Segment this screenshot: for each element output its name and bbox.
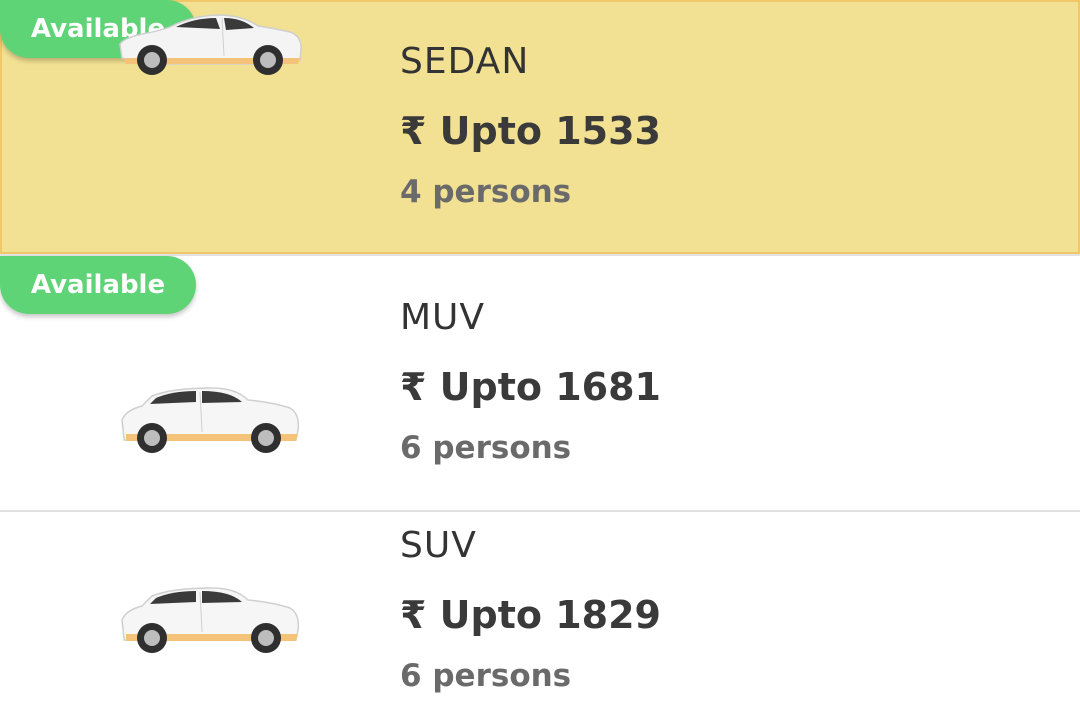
vehicle-info-suv: SUV ₹ Upto 1829 6 persons — [400, 524, 661, 696]
vehicle-capacity: 4 persons — [400, 174, 572, 210]
vehicle-capacity: 6 persons — [400, 658, 572, 694]
sedan-car-icon — [119, 14, 302, 75]
muv-car-icon — [121, 387, 300, 453]
vehicle-info-sedan: SEDAN ₹ Upto 1533 4 persons — [400, 40, 661, 212]
vehicle-name: SUV — [400, 525, 477, 566]
vehicle-name: SEDAN — [400, 41, 530, 82]
vehicle-info-muv: MUV ₹ Upto 1681 6 persons — [400, 296, 661, 468]
vehicle-price: ₹ Upto 1681 — [400, 365, 661, 409]
vehicle-list: Available SEDAN ₹ Upto 1533 4 persons Av… — [0, 0, 1080, 708]
vehicle-price: ₹ Upto 1829 — [400, 593, 661, 637]
availability-badge: Available — [0, 256, 196, 314]
vehicle-capacity: 6 persons — [400, 430, 572, 466]
suv-car-icon — [121, 587, 300, 653]
vehicle-price: ₹ Upto 1533 — [400, 109, 661, 153]
vehicle-name: MUV — [400, 297, 486, 338]
